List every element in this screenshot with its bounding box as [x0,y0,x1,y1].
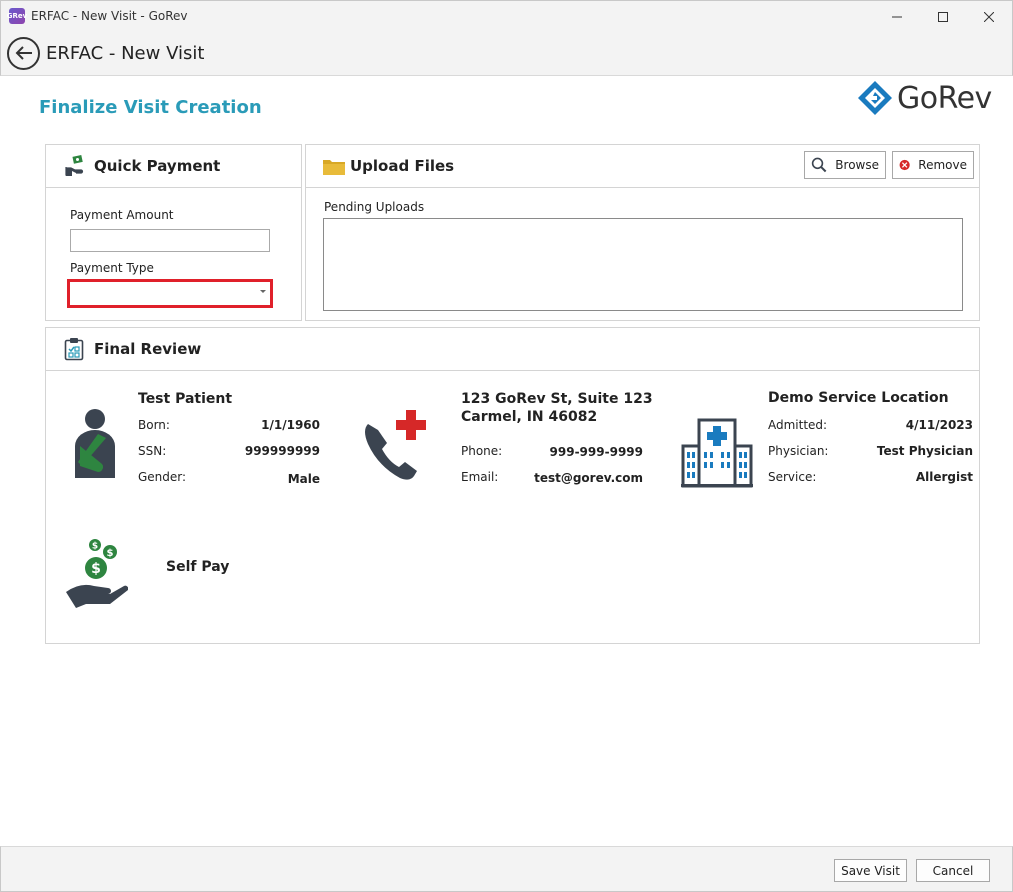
born-value: 1/1/1960 [261,418,320,432]
close-window-button[interactable] [966,1,1012,32]
ssn-label: SSN: [138,444,167,458]
search-icon [811,157,827,173]
upload-files-panel: Upload Files Browse Remove Pending Uploa… [305,144,980,321]
close-icon [984,11,994,22]
patient-name: Test Patient [138,391,233,407]
minimize-button[interactable] [874,1,920,32]
gorev-logo-icon [858,81,892,115]
admitted-value: 4/11/2023 [905,418,973,432]
svg-text:$: $ [92,542,98,552]
self-pay-icon: $ $ $ [66,539,128,608]
pending-uploads-label: Pending Uploads [324,200,425,214]
service-value: Allergist [915,470,973,484]
address-line1: 123 GoRev St, Suite 123 [461,391,653,407]
header-title: ERFAC - New Visit [46,42,205,64]
page-title: Finalize Visit Creation [39,97,262,118]
window-titlebar: GRev ERFAC - New Visit - GoRev [0,0,1013,31]
email-value: test@gorev.com [534,471,643,485]
location-name: Demo Service Location [768,390,949,406]
gender-value: Male [287,472,320,486]
upload-files-title: Upload Files [350,157,455,175]
remove-label: Remove [918,158,967,172]
maximize-icon [938,11,948,22]
folder-icon [323,160,345,175]
payment-type-label: Payment Type [70,261,154,275]
gorev-logo-text: GoRev [897,80,992,116]
arrow-left-icon [15,46,32,60]
gorev-logo: GoRev [857,80,992,116]
save-visit-label: Save Visit [841,863,900,878]
payment-amount-input[interactable] [70,229,270,252]
clipboard-icon [64,338,84,361]
minimize-icon [892,16,902,17]
money-hand-icon [65,155,84,176]
browse-button[interactable]: Browse [804,151,886,179]
ssn-value: 999999999 [244,444,320,458]
save-visit-button[interactable]: Save Visit [834,859,907,882]
physician-value: Test Physician [876,444,973,458]
phone-label: Phone: [461,444,503,458]
email-label: Email: [461,470,499,484]
phone-medical-icon [365,410,426,480]
quick-payment-title: Quick Payment [94,157,221,175]
cancel-label: Cancel [932,863,974,878]
remove-button[interactable]: Remove [892,151,974,179]
cancel-button[interactable]: Cancel [916,859,990,882]
maximize-button[interactable] [920,1,966,32]
gender-label: Gender: [138,470,187,484]
svg-text:$: $ [107,548,114,559]
window-title: ERFAC - New Visit - GoRev [31,9,188,23]
chevron-down-icon [260,290,266,293]
admitted-label: Admitted: [768,418,828,432]
hospital-icon [681,418,753,488]
pending-uploads-list[interactable] [323,218,963,311]
physician-label: Physician: [768,444,829,458]
final-review-panel: Final Review Test Patient Born: 1/1/1960… [45,327,980,644]
page-header: ERFAC - New Visit [0,31,1013,76]
footer-bar: Save Visit Cancel [0,846,1013,892]
app-icon: GRev [7,8,27,24]
final-review-title: Final Review [94,340,202,358]
quick-payment-panel: Quick Payment Payment Amount Payment Typ… [45,144,302,321]
payment-amount-label: Payment Amount [70,208,174,222]
phone-value: 999-999-9999 [549,445,643,459]
payment-type-select[interactable] [67,279,273,308]
payer-name: Self Pay [166,559,230,575]
final-review-header: Final Review [46,328,979,371]
born-label: Born: [138,418,170,432]
service-label: Service: [768,470,817,484]
quick-payment-header: Quick Payment [46,145,301,188]
patient-icon [75,409,115,478]
address-line2: Carmel, IN 46082 [461,409,598,425]
browse-label: Browse [835,158,879,172]
svg-text:$: $ [91,561,101,577]
back-button[interactable] [7,36,40,70]
remove-icon [899,159,910,171]
